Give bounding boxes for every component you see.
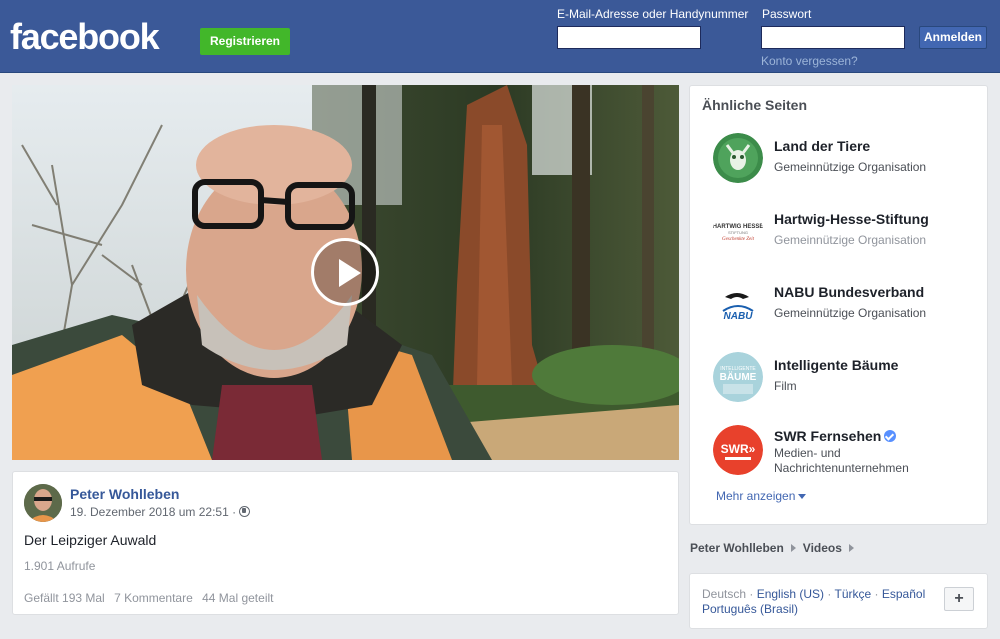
- svg-text:NABU: NABU: [724, 311, 754, 322]
- intelligente-baeume-logo[interactable]: INTELLIGENTE BÄUME: [713, 352, 763, 402]
- nabu-logo[interactable]: NABU: [713, 279, 763, 329]
- email-input[interactable]: [557, 26, 701, 49]
- similar-pages-title: Ähnliche Seiten: [702, 97, 808, 113]
- hartwig-hesse-logo[interactable]: HARTWIG HESSE STIFTUNG Geschenkte Zeit: [713, 206, 763, 256]
- language-separator: ·: [824, 587, 835, 601]
- password-label: Passwort: [762, 7, 812, 21]
- language-separator: ·: [871, 587, 882, 601]
- like-count[interactable]: Gefällt 193 Mal: [24, 591, 105, 605]
- post-text: Der Leipziger Auwald: [24, 532, 157, 548]
- show-more-label: Mehr anzeigen: [716, 489, 796, 503]
- show-more-link[interactable]: Mehr anzeigen: [716, 489, 807, 503]
- similar-page-item[interactable]: INTELLIGENTE BÄUME Intelligente Bäume Fi…: [713, 352, 973, 408]
- svg-text:Geschenkte Zeit: Geschenkte Zeit: [722, 237, 755, 242]
- language-separator: ·: [746, 587, 757, 601]
- language-portuguese[interactable]: Português (Brasil): [702, 602, 798, 616]
- language-card: Deutsch · English (US) · Türkçe · Españo…: [689, 573, 988, 629]
- svg-text:BÄUME: BÄUME: [720, 370, 757, 383]
- password-input[interactable]: [761, 26, 905, 49]
- caret-down-icon: [798, 494, 807, 499]
- globe-icon: [239, 506, 251, 517]
- play-button[interactable]: [311, 238, 379, 306]
- similar-page-item[interactable]: HARTWIG HESSE STIFTUNG Geschenkte Zeit H…: [713, 206, 973, 262]
- page-category: Medien- und Nachrichtenunternehmen: [774, 446, 909, 475]
- share-count[interactable]: 44 Mal geteilt: [202, 591, 273, 605]
- page-category: Film: [774, 379, 797, 393]
- facebook-logo[interactable]: facebook: [10, 16, 160, 58]
- comment-count[interactable]: 7 Kommentare: [114, 591, 193, 605]
- language-spanish[interactable]: Español: [882, 587, 925, 601]
- forgot-account-link[interactable]: Konto vergessen?: [761, 54, 858, 68]
- post-author-link[interactable]: Peter Wohlleben: [70, 486, 179, 502]
- language-current: Deutsch: [702, 587, 747, 601]
- email-label: E-Mail-Adresse oder Handynummer: [557, 7, 749, 21]
- play-icon: [339, 259, 361, 287]
- breadcrumb-arrow-icon: [848, 544, 854, 552]
- register-button[interactable]: Registrieren: [200, 28, 290, 55]
- author-avatar[interactable]: [24, 484, 62, 522]
- page-name[interactable]: Hartwig-Hesse-Stiftung: [774, 211, 929, 227]
- svg-text:SWR»: SWR»: [721, 442, 756, 456]
- post-stats: Gefällt 193 Mal 7 Kommentare 44 Mal gete…: [24, 591, 279, 605]
- language-english[interactable]: English (US): [757, 587, 824, 601]
- swr-logo[interactable]: SWR»: [713, 425, 763, 475]
- page-name[interactable]: Land der Tiere: [774, 138, 870, 154]
- similar-page-item[interactable]: NABU NABU Bundesverband Gemeinnützige Or…: [713, 279, 973, 335]
- page-name[interactable]: SWR Fernsehen: [774, 428, 897, 444]
- post-card: Peter Wohlleben 19. Dezember 2018 um 22:…: [12, 471, 679, 615]
- breadcrumb-videos[interactable]: Videos: [803, 541, 842, 555]
- similar-page-item[interactable]: SWR» SWR Fernsehen Medien- und Nachricht…: [713, 425, 973, 485]
- language-turkish[interactable]: Türkçe: [835, 587, 872, 601]
- verified-badge-icon: [884, 430, 897, 442]
- page-category: Gemeinnützige Organisation: [774, 306, 927, 320]
- breadcrumb-page[interactable]: Peter Wohlleben: [690, 541, 784, 555]
- page-category: Gemeinnützige Organisation: [774, 233, 927, 247]
- login-button[interactable]: Anmelden: [919, 26, 987, 49]
- add-language-button[interactable]: +: [944, 587, 974, 611]
- language-list: Deutsch · English (US) · Türkçe · Españo…: [702, 587, 932, 617]
- page-name[interactable]: Intelligente Bäume: [774, 357, 898, 373]
- video-player[interactable]: [12, 85, 679, 460]
- post-date[interactable]: 19. Dezember 2018 um 22:51 ·: [70, 505, 251, 519]
- breadcrumb: Peter Wohlleben Videos: [690, 541, 861, 555]
- post-date-text: 19. Dezember 2018 um 22:51 ·: [70, 505, 237, 519]
- view-count: 1.901 Aufrufe: [24, 559, 96, 573]
- page-name[interactable]: NABU Bundesverband: [774, 284, 924, 300]
- svg-text:STIFTUNG: STIFTUNG: [728, 230, 748, 235]
- similar-pages-card: Ähnliche Seiten Land der Tiere Gemeinnüt…: [689, 85, 988, 525]
- similar-page-item[interactable]: Land der Tiere Gemeinnützige Organisatio…: [713, 133, 973, 189]
- page-name-text: SWR Fernsehen: [774, 428, 882, 444]
- page-category: Gemeinnützige Organisation: [774, 160, 927, 174]
- breadcrumb-arrow-icon: [790, 544, 796, 552]
- land-der-tiere-logo[interactable]: [713, 133, 763, 183]
- top-navigation-bar: facebook Registrieren E-Mail-Adresse ode…: [0, 0, 1000, 73]
